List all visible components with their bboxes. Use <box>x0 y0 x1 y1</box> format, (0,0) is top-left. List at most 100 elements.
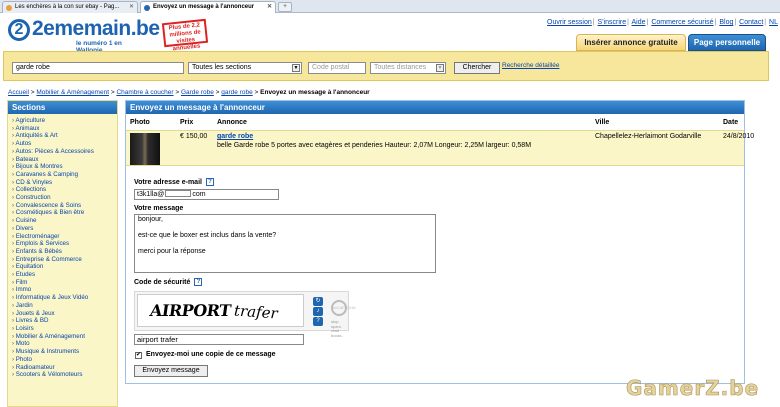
blog-link[interactable]: Blog <box>719 19 733 26</box>
listing-photo[interactable] <box>130 133 160 165</box>
chevron-down-icon: ▼ <box>292 64 300 72</box>
captcha-label-row: Code de sécurité? <box>134 278 203 286</box>
sidebar-item[interactable]: Agriculture <box>12 117 117 125</box>
listing-row[interactable]: € 150,00 garde robe belle Garde robe 5 p… <box>126 130 754 166</box>
help-icon[interactable]: ? <box>313 317 323 326</box>
copy-checkbox[interactable]: ✔ <box>135 352 142 359</box>
help-link[interactable]: Aide <box>632 19 646 26</box>
column-ad: Annonce <box>217 119 247 126</box>
recaptcha-logo-icon: reCAPTCHA <box>331 300 356 316</box>
copy-checkbox-label: Envoyez-moi une copie de ce message <box>146 351 276 358</box>
contact-link[interactable]: Contact <box>739 19 763 26</box>
chevron-down-icon: ▼ <box>436 64 444 72</box>
sidebar-item[interactable]: Collections <box>12 186 117 194</box>
sidebar-item[interactable]: Musique & Instruments <box>12 348 117 356</box>
sidebar-item[interactable]: Emplois & Services <box>12 240 117 248</box>
send-message-button[interactable]: Envoyez message <box>134 365 208 377</box>
message-line: est-ce que le boxer est inclus dans la v… <box>138 232 277 239</box>
captcha-input[interactable]: airport trafer <box>134 334 304 345</box>
personal-page-button[interactable]: Page personnelle <box>688 34 766 51</box>
search-input[interactable]: garde robe <box>12 62 184 74</box>
breadcrumb-bedroom[interactable]: Chambre à coucher <box>116 89 173 96</box>
email-prefix: t3k1lla@ <box>137 191 165 198</box>
column-date: Date <box>723 119 739 126</box>
new-tab-button[interactable]: + <box>278 2 292 12</box>
help-icon[interactable]: ? <box>194 278 203 286</box>
sidebar-item[interactable]: Photo <box>12 356 117 364</box>
browser-tab-bar: Les enchères à la con sur ebay - Pag... … <box>0 0 780 13</box>
sidebar-item[interactable]: Jardin <box>12 302 117 310</box>
sidebar-item[interactable]: Mobilier & Aménagement <box>12 333 117 341</box>
sidebar-item[interactable]: Film <box>12 279 117 287</box>
sidebar-item[interactable]: Jouets & Jeux <box>12 310 117 318</box>
sidebar-item[interactable]: Entreprise & Commerce <box>12 256 117 264</box>
sidebar-item[interactable]: Animaux <box>12 125 117 133</box>
sidebar-item[interactable]: Autos <box>12 140 117 148</box>
captcha-label: Code de sécurité <box>134 278 191 286</box>
sidebar-item[interactable]: Antiquités & Art <box>12 132 117 140</box>
sidebar-item[interactable]: Convalescence & Soins <box>12 202 117 210</box>
sidebar-item[interactable]: Informatique & Jeux Vidéo <box>12 294 117 302</box>
sidebar-item[interactable]: Equitation <box>12 263 117 271</box>
refresh-icon[interactable]: ↻ <box>313 297 323 306</box>
logo-wordmark: 2ememain.be <box>32 17 160 40</box>
browser-tab-message[interactable]: Envoyez un message à l'annonceur ✕ <box>140 1 276 13</box>
sidebar-item[interactable]: Bijoux & Montres <box>12 163 117 171</box>
sidebar-item[interactable]: CD & Vinyles <box>12 179 117 187</box>
site-logo[interactable]: 2 2ememain.be le numéro 1 en Wallonie <box>8 18 160 54</box>
sidebar-item[interactable]: Etudes <box>12 271 117 279</box>
captcha-word: trafer <box>233 301 279 323</box>
sidebar-item[interactable]: Scooters & Vélomoteurs <box>12 371 117 379</box>
breadcrumb-home[interactable]: Accueil <box>8 89 29 96</box>
captcha-image: AIRPORT trafer <box>137 294 304 327</box>
recaptcha-logo-label: reCAPTCHA <box>333 305 356 310</box>
listing-title-link[interactable]: garde robe <box>217 133 253 140</box>
sidebar-item[interactable]: Divers <box>12 225 117 233</box>
sidebar-item[interactable]: Enfants & Bébés <box>12 248 117 256</box>
sidebar-item[interactable]: Bateaux <box>12 156 117 164</box>
sidebar-item[interactable]: Moto <box>12 340 117 348</box>
message-line: bonjour, <box>138 216 163 223</box>
sidebar-item[interactable]: Electroménager <box>12 233 117 241</box>
breadcrumb-wardrobe[interactable]: Garde robe <box>181 89 214 96</box>
listing-price: € 150,00 <box>180 133 208 140</box>
watermark: GamerZ.be <box>626 376 760 401</box>
message-textarea[interactable]: bonjour, est-ce que le boxer est inclus … <box>134 214 436 273</box>
help-icon[interactable]: ? <box>205 178 214 186</box>
insert-ad-button[interactable]: Insérer annonce gratuite <box>576 34 686 51</box>
register-link[interactable]: S'inscrire <box>598 19 627 26</box>
tab-label: Envoyez un message à l'annonceur <box>153 4 255 10</box>
listing-city: Chapellelez-Herlaimont Godarville <box>595 133 702 140</box>
listing-date: 24/8/2010 <box>723 133 755 140</box>
sidebar-item[interactable]: Immo <box>12 286 117 294</box>
sidebar-list: AgricultureAnimauxAntiquités & ArtAutosA… <box>8 114 117 379</box>
close-icon[interactable]: ✕ <box>129 2 134 13</box>
login-link[interactable]: Ouvrir session <box>547 19 592 26</box>
sidebar-item[interactable]: Radioamateur <box>12 364 117 372</box>
advanced-search-link[interactable]: Recherche détaillée <box>502 62 559 69</box>
breadcrumb-furniture[interactable]: Mobilier & Aménagement <box>36 89 109 96</box>
postal-code-input[interactable]: Code postal <box>308 62 366 74</box>
language-nl-link[interactable]: NL <box>769 19 778 26</box>
audio-icon[interactable]: ♪ <box>313 307 323 316</box>
sidebar-item[interactable]: Autos: Pièces & Accessoires <box>12 148 117 156</box>
sidebar-item[interactable]: Caravanes & Camping <box>12 171 117 179</box>
sidebar-item[interactable]: Livres & BD <box>12 317 117 325</box>
sidebar-item[interactable]: Construction <box>12 194 117 202</box>
listing-description: belle Garde robe 5 portes avec etagères … <box>217 142 532 149</box>
section-select[interactable]: Toutes les sections ▼ <box>188 62 302 74</box>
column-photo: Photo <box>130 119 150 126</box>
sidebar-item[interactable]: Loisirs <box>12 325 117 333</box>
sidebar-item[interactable]: Cosmétiques & Bien être <box>12 209 117 217</box>
browser-tab-ebay[interactable]: Les enchères à la con sur ebay - Pag... … <box>2 1 138 13</box>
message-label: Votre message <box>134 205 184 212</box>
email-field[interactable]: t3k1lla@ com <box>134 189 279 200</box>
sidebar-item[interactable]: Cuisine <box>12 217 117 225</box>
search-button[interactable]: Chercher <box>454 62 500 74</box>
secure-commerce-link[interactable]: Commerce sécurisé <box>651 19 713 26</box>
email-label-row: Votre adresse e-mail? <box>134 178 214 186</box>
distance-select[interactable]: Toutes distances ▼ <box>370 62 446 74</box>
close-icon[interactable]: ✕ <box>267 2 272 13</box>
breadcrumb-listing[interactable]: garde robe <box>221 89 252 96</box>
visits-badge: Plus de 2,2 millions de visites annuelle… <box>161 18 209 52</box>
